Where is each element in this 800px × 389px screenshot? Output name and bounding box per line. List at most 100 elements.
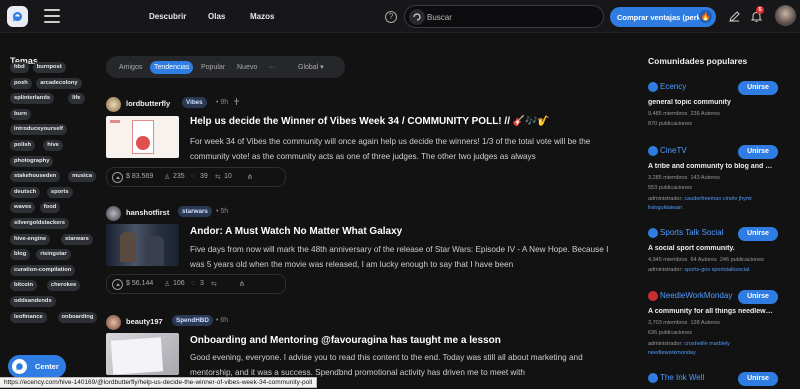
topic-tag[interactable]: burnpost [32,62,66,73]
admin-links[interactable]: sports-gov sportstalksocial [684,267,749,273]
topic-tag[interactable]: arcadecolony [36,77,82,89]
post-author[interactable]: beauty197 [126,317,163,326]
search-icon[interactable] [409,9,425,25]
tab-popular[interactable]: Popular [197,61,229,74]
pencil-icon[interactable] [728,10,741,23]
buy-perks-button[interactable]: Comprar ventajas (perks) 🔥 [610,7,716,27]
post-payout[interactable]: $ 83.569 [126,173,153,180]
post-thumbnail[interactable] [106,224,179,266]
reblog-icon[interactable]: ⇆ [211,280,217,288]
topic-tag[interactable]: splinterlands [10,93,55,105]
join-button[interactable]: Unirse [738,81,778,95]
comment-icon[interactable]: ◌ [191,280,195,287]
post-author[interactable]: lordbutterfly [126,99,170,108]
search-input[interactable] [427,10,597,24]
help-icon[interactable]: ? [385,11,397,23]
votes-icon[interactable]: ♙ [164,280,170,288]
topic-tag[interactable]: oddsandends [10,296,56,307]
buy-perks-label: Comprar ventajas (perks) [617,12,708,22]
post-thumbnail[interactable] [106,333,179,375]
topic-tag[interactable]: leofinance [10,311,47,323]
post-body[interactable]: For week 34 of Vibes the community will … [190,135,615,164]
tab-amigos[interactable]: Amigos [115,61,146,74]
votes-icon[interactable]: ♙ [164,173,170,181]
share-icon[interactable]: ⋔ [247,173,253,181]
community-icon [648,291,658,301]
community-name[interactable]: The Ink Well [660,373,704,382]
join-button[interactable]: Unirse [738,145,778,159]
community-card: CineTV Unirse A tribe and community to b… [648,145,798,212]
post-time: • 5h [216,208,229,215]
center-button[interactable]: Center [8,355,66,378]
comment-icon[interactable]: ◌ [191,173,195,180]
tab-nuevo[interactable]: Nuevo [233,61,261,74]
menu-icon[interactable] [44,9,60,23]
topic-tag[interactable]: hive [43,140,63,151]
upvote-icon[interactable] [112,279,123,290]
topic-tag[interactable]: introduceyourself [10,124,67,136]
author-avatar[interactable] [106,315,121,330]
nav-mazos[interactable]: Mazos [250,12,274,21]
post-community[interactable]: Vibes [182,97,207,108]
community-name[interactable]: Sports Talk Social [660,228,723,237]
tab-more[interactable]: ··· [264,61,279,74]
topic-tag[interactable]: blog [10,249,31,261]
post-body[interactable]: Good evening, everyone. I advise you to … [190,351,615,380]
post-author[interactable]: hanshotfirst [126,208,169,217]
join-button[interactable]: Unirse [738,290,778,304]
post-card: hanshotfirst starwars • 5h Andor: A Must… [106,206,616,296]
topic-tag[interactable]: stakehouseden [10,171,61,183]
reblog-icon[interactable]: ⇆ [215,173,221,181]
nav-descubrir[interactable]: Descubrir [149,12,186,21]
topic-tag[interactable]: deutsch [10,186,41,198]
search-box[interactable] [404,5,604,28]
topic-tag[interactable]: sports [46,186,73,198]
join-button[interactable]: Unirse [738,372,778,386]
author-avatar[interactable] [106,97,121,112]
community-name[interactable]: Ecency [660,82,686,91]
filter-label: Global [298,64,319,71]
join-button[interactable]: Unirse [738,227,778,241]
topic-tag[interactable]: burn [10,108,31,120]
topic-tag[interactable]: hive-engine [10,233,51,245]
filter-global[interactable]: Global ▾ [294,61,328,74]
post-reblogs: 10 [224,173,232,180]
topic-tag[interactable]: posh [10,77,32,89]
user-avatar[interactable] [775,5,796,26]
topic-tag[interactable]: cherokee [46,280,81,292]
upvote-icon[interactable] [112,172,123,183]
nav-olas[interactable]: Olas [208,12,225,21]
post-title[interactable]: Andor: A Must Watch No Matter What Galax… [190,226,402,237]
topic-tag[interactable]: photography [10,155,54,167]
community-name[interactable]: NeedleWorkMonday [660,291,732,300]
share-icon[interactable]: ⋔ [239,280,245,288]
topic-tag[interactable]: risingstar [36,249,71,261]
communities-title: Comunidades populares [648,56,748,66]
community-name[interactable]: CineTV [660,146,687,155]
author-avatar[interactable] [106,206,121,221]
topic-tag[interactable]: starwars [61,233,93,245]
community-authors: 236 Autores [690,111,720,117]
topic-tag[interactable]: hbd [10,62,29,73]
post-title[interactable]: Onboarding and Mentoring @favouragina ha… [190,335,501,346]
topic-tag[interactable]: musica [68,171,97,183]
post-payout[interactable]: $ 56.144 [126,280,153,287]
topic-tag[interactable]: waves [10,202,36,214]
post-body[interactable]: Five days from now will mark the 48th an… [190,243,615,272]
tab-tendencias[interactable]: Tendencias [150,61,194,74]
topic-tag[interactable]: food [39,202,61,214]
topic-tag[interactable]: curation-compilation [10,264,76,276]
topic-tag[interactable]: onboarding [57,311,98,323]
post-community[interactable]: SpendHBD [172,315,213,326]
topics-sidebar: Temas hbd burnpost posh arcadecolony splinte… [0,34,100,388]
topic-tag[interactable]: polish [10,140,36,151]
topic-tag[interactable]: life [68,93,85,105]
topic-tag[interactable]: bitcoin [10,280,37,292]
center-label: Center [35,362,59,371]
post-title[interactable]: Help us decide the Winner of Vibes Week … [190,116,550,127]
post-thumbnail[interactable] [106,116,179,158]
post-community[interactable]: starwars [178,206,212,217]
post-comments: 3 [200,280,204,287]
ecency-logo[interactable] [7,6,28,27]
topic-tag[interactable]: silvergoldstackers [10,218,69,229]
